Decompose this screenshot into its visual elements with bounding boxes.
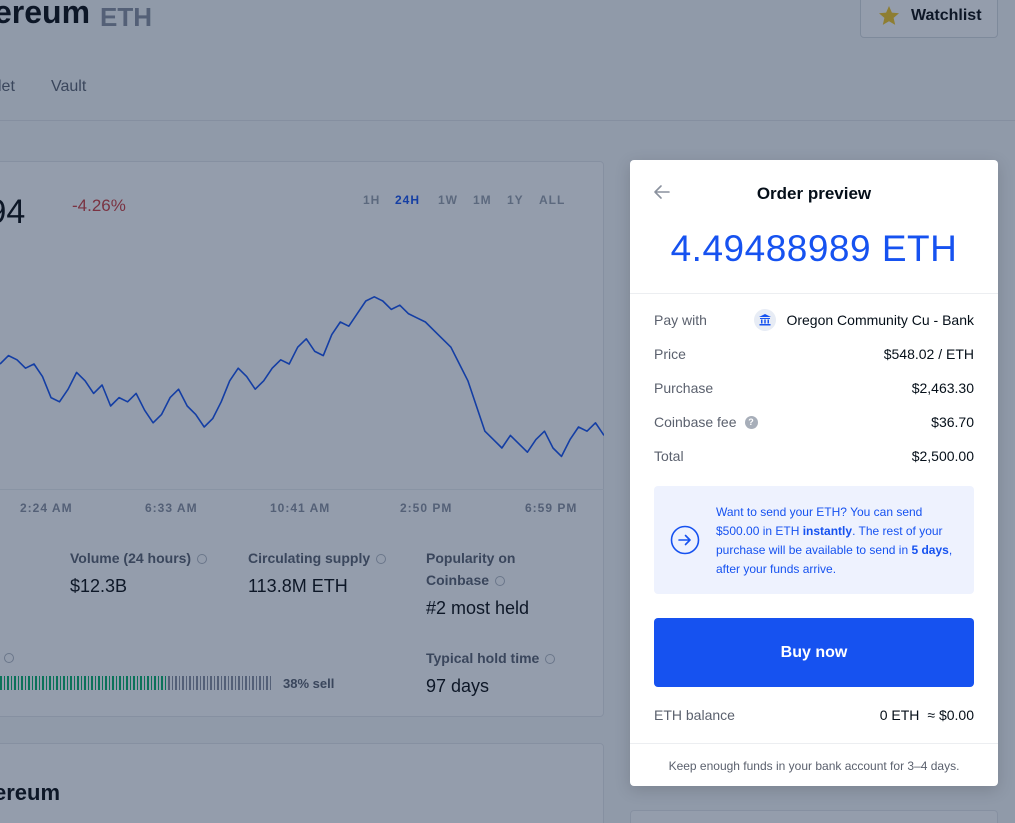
balance-label: ETH balance xyxy=(654,707,735,723)
bank-icon xyxy=(754,309,777,331)
bank-name: Oregon Community Cu - Bank xyxy=(786,312,974,328)
purchase-value: $2,463.30 xyxy=(911,380,974,396)
pay-with-label: Pay with xyxy=(654,312,707,328)
order-amount: 4.49488989 ETH xyxy=(670,228,958,269)
footer-note: Keep enough funds in your bank account f… xyxy=(668,759,960,773)
notice-text: Want to send your ETH? You can send $500… xyxy=(716,505,953,576)
fee-row: Coinbase fee? $36.70 xyxy=(654,412,974,432)
pay-with-value: Oregon Community Cu - Bank xyxy=(754,309,974,331)
total-label: Total xyxy=(654,448,684,464)
help-icon[interactable]: ? xyxy=(744,415,758,429)
divider xyxy=(630,743,998,744)
divider xyxy=(630,293,998,294)
total-value: $2,500.00 xyxy=(911,448,974,464)
price-row: Price $548.02 / ETH xyxy=(654,344,974,364)
arrow-right-circle-icon xyxy=(670,525,700,555)
eth-balance-row: ETH balance 0 ETH ≈ $0.00 xyxy=(654,705,974,725)
fee-value: $36.70 xyxy=(931,414,974,430)
send-notice: Want to send your ETH? You can send $500… xyxy=(654,486,974,594)
price-label: Price xyxy=(654,346,686,362)
pay-with-row[interactable]: Pay with Oregon Community Cu - Bank xyxy=(654,309,974,331)
purchase-row: Purchase $2,463.30 xyxy=(654,378,974,398)
balance-value: 0 ETH ≈ $0.00 xyxy=(879,707,974,723)
total-row: Total $2,500.00 xyxy=(654,446,974,466)
buy-now-button[interactable]: Buy now xyxy=(654,618,974,687)
modal-title: Order preview xyxy=(756,184,872,203)
order-preview-modal: Order preview 4.49488989 ETH Pay with Or… xyxy=(630,160,998,786)
price-value: $548.02 / ETH xyxy=(883,346,974,362)
purchase-label: Purchase xyxy=(654,380,714,396)
fee-label: Coinbase fee? xyxy=(654,414,758,430)
